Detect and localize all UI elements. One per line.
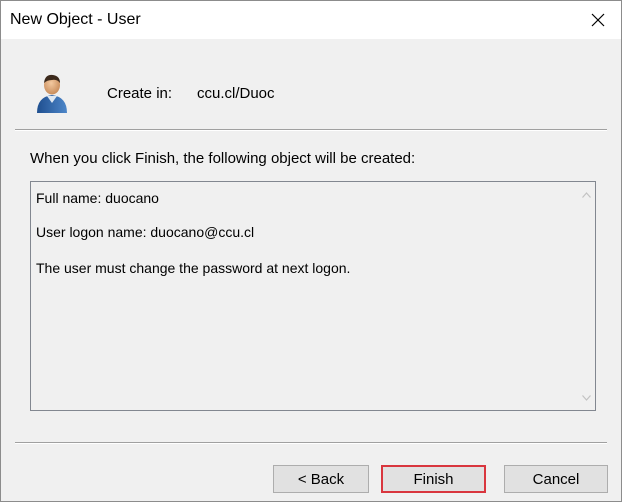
summary-textbox[interactable]: Full name: duocano User logon name: duoc… [30, 181, 596, 411]
footer-divider [15, 442, 607, 444]
title-bar: New Object - User [1, 1, 621, 39]
back-button[interactable]: < Back [273, 465, 369, 493]
create-in-path: ccu.cl/Duoc [197, 85, 275, 102]
create-in-label: Create in: [107, 85, 173, 102]
scroll-down-arrow-icon [582, 394, 591, 401]
finish-button[interactable]: Finish [381, 465, 486, 493]
cancel-button[interactable]: Cancel [504, 465, 608, 493]
summary-line-password-note: The user must change the password at nex… [36, 260, 351, 276]
scroll-up-button[interactable] [578, 186, 595, 203]
close-icon [591, 13, 605, 27]
scroll-up-arrow-icon [582, 191, 591, 198]
scroll-down-button[interactable] [578, 389, 595, 406]
close-button[interactable] [575, 1, 621, 39]
user-icon [37, 74, 67, 113]
summary-line-full-name: Full name: duocano [36, 190, 159, 206]
vertical-scrollbar[interactable] [578, 182, 595, 410]
summary-line-logon-name: User logon name: duocano@ccu.cl [36, 224, 255, 240]
header-divider [15, 129, 607, 131]
new-object-user-dialog: New Object - User Create in: ccu.cl/Duoc… [0, 0, 622, 502]
intro-text: When you click Finish, the following obj… [30, 150, 416, 167]
window-title: New Object - User [10, 11, 141, 28]
